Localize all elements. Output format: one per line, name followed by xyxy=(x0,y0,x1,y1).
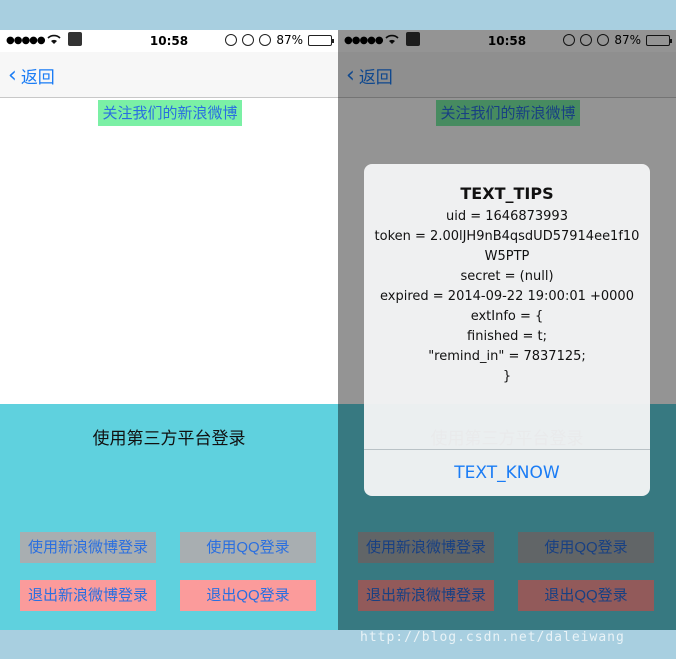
back-button[interactable]: ‹ 返回 xyxy=(8,63,55,88)
weibo-logout-button[interactable]: 退出新浪微博登录 xyxy=(20,580,156,611)
qq-logout-button[interactable]: 退出QQ登录 xyxy=(180,580,316,611)
battery-percent: 87% xyxy=(276,33,303,47)
chevron-left-icon: ‹ xyxy=(8,62,17,88)
alarm-icon xyxy=(242,34,255,46)
heart-icon xyxy=(259,34,272,46)
phone-screen-left: ●●●●● 10:58 87% ‹ 返回 关注我们的新浪微博 使用第三方平台登录… xyxy=(0,30,338,630)
navigation-bar: ‹ 返回 xyxy=(0,52,338,98)
alert-title: TEXT_TIPS xyxy=(460,184,554,203)
follow-weibo-link[interactable]: 关注我们的新浪微博 xyxy=(98,100,242,126)
alert-ok-button[interactable]: TEXT_KNOW xyxy=(364,450,650,496)
third-party-login-panel: 使用第三方平台登录 使用新浪微博登录 使用QQ登录 退出新浪微博登录 退出QQ登… xyxy=(0,404,338,630)
login-panel-title: 使用第三方平台登录 xyxy=(92,429,246,449)
watermark-url: http://blog.csdn.net/daleiwang xyxy=(360,630,625,645)
alert-dialog: TEXT_TIPS uid = 1646873993 token = 2.00l… xyxy=(364,164,650,496)
weibo-login-button[interactable]: 使用新浪微博登录 xyxy=(20,532,156,563)
qq-login-button[interactable]: 使用QQ登录 xyxy=(180,532,316,563)
alert-message: uid = 1646873993 token = 2.00lJH9nB4qsdU… xyxy=(374,209,640,384)
rotation-lock-icon xyxy=(225,34,238,46)
phone-screen-right: ●●●●● 10:58 87% ‹ 返回 关注我们的新浪微博 使用第三方平台登录… xyxy=(338,30,676,630)
status-bar: ●●●●● 10:58 87% xyxy=(0,30,338,52)
back-label: 返回 xyxy=(20,68,55,88)
battery-icon xyxy=(308,34,334,46)
